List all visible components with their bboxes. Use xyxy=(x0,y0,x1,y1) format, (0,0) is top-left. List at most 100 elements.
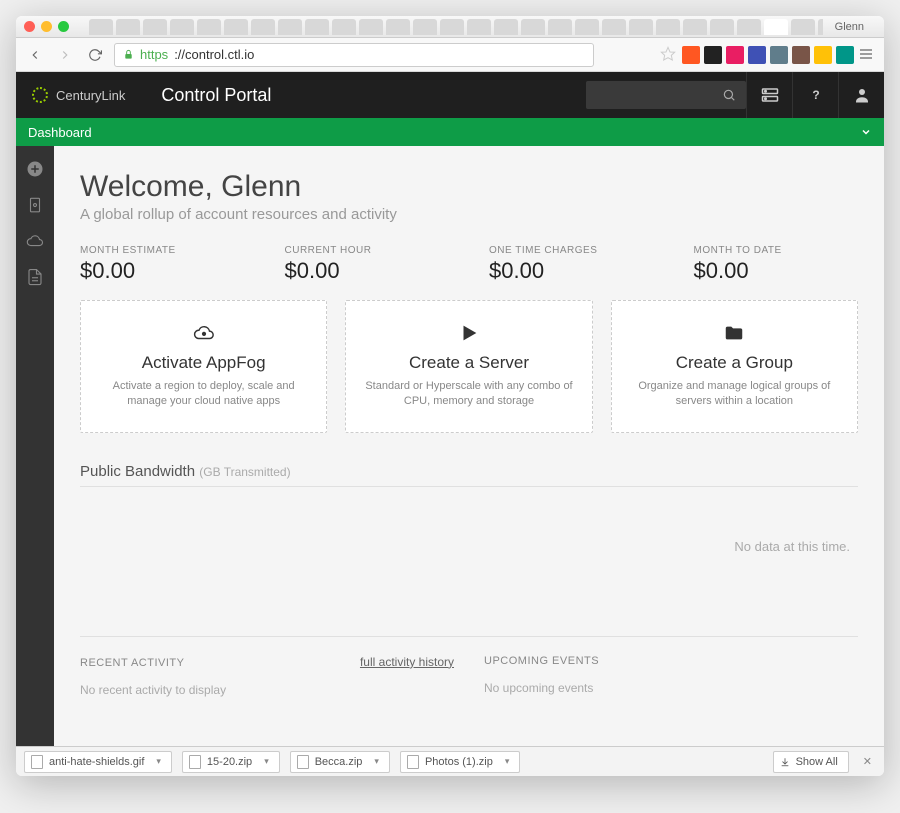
browser-tab[interactable] xyxy=(710,19,734,35)
extension-icon[interactable] xyxy=(792,46,810,64)
browser-tab[interactable] xyxy=(278,19,302,35)
back-button[interactable] xyxy=(24,44,46,66)
browser-tab[interactable] xyxy=(629,19,653,35)
extension-icon[interactable] xyxy=(814,46,832,64)
browser-toolbar: https://control.ctl.io xyxy=(16,38,884,72)
browser-tab[interactable] xyxy=(224,19,248,35)
browser-tab[interactable] xyxy=(359,19,383,35)
browser-tab[interactable] xyxy=(548,19,572,35)
sidebar-item-cloud[interactable] xyxy=(16,224,54,258)
browser-tab[interactable] xyxy=(737,19,761,35)
lower-columns: RECENT ACTIVITY full activity history No… xyxy=(80,636,858,697)
extension-icon[interactable] xyxy=(836,46,854,64)
address-bar[interactable]: https://control.ctl.io xyxy=(114,43,594,67)
metric-month-estimate: MONTH ESTIMATE $0.00 xyxy=(80,245,245,284)
minimize-window-button[interactable] xyxy=(41,21,52,32)
servers-button[interactable] xyxy=(746,72,792,118)
close-download-shelf-button[interactable]: ✕ xyxy=(859,755,876,768)
extension-icon[interactable] xyxy=(726,46,744,64)
download-item[interactable]: Becca.zip ▾ xyxy=(290,751,390,773)
browser-tab[interactable] xyxy=(602,19,626,35)
download-shelf: anti-hate-shields.gif ▾ 15-20.zip ▾ Becc… xyxy=(16,746,884,776)
chevron-down-icon xyxy=(860,126,872,138)
file-icon xyxy=(31,755,43,769)
sidebar-item-create[interactable] xyxy=(16,152,54,186)
browser-tab[interactable] xyxy=(440,19,464,35)
forward-button[interactable] xyxy=(54,44,76,66)
download-filename: anti-hate-shields.gif xyxy=(49,756,144,768)
browser-tab[interactable] xyxy=(575,19,599,35)
download-item[interactable]: Photos (1).zip ▾ xyxy=(400,751,520,773)
sidebar-item-servers[interactable] xyxy=(16,188,54,222)
quick-action-cards: Activate AppFog Activate a region to dep… xyxy=(80,300,858,433)
upcoming-events-empty: No upcoming events xyxy=(484,681,858,695)
card-create-server[interactable]: Create a Server Standard or Hyperscale w… xyxy=(345,300,592,433)
bandwidth-empty-text: No data at this time. xyxy=(734,539,850,554)
browser-tab[interactable] xyxy=(467,19,491,35)
download-arrow-icon xyxy=(780,757,790,767)
bandwidth-chart: No data at this time. xyxy=(80,486,858,606)
app-header: CenturyLink Control Portal ? xyxy=(16,72,884,118)
browser-tab[interactable] xyxy=(656,19,680,35)
chevron-down-icon: ▾ xyxy=(264,756,269,767)
file-icon xyxy=(189,755,201,769)
brand[interactable]: CenturyLink xyxy=(16,87,141,103)
card-create-group[interactable]: Create a Group Organize and manage logic… xyxy=(611,300,858,433)
browser-tab[interactable] xyxy=(143,19,167,35)
chevron-down-icon: ▾ xyxy=(505,756,510,767)
user-menu-button[interactable] xyxy=(838,72,884,118)
show-all-label: Show All xyxy=(796,756,838,768)
card-title: Create a Group xyxy=(630,353,839,373)
extension-icon[interactable] xyxy=(748,46,766,64)
browser-tab[interactable] xyxy=(521,19,545,35)
folder-icon xyxy=(630,319,839,347)
upcoming-events-title: UPCOMING EVENTS xyxy=(484,655,599,667)
browser-tab[interactable] xyxy=(116,19,140,35)
extension-icon[interactable] xyxy=(770,46,788,64)
zoom-window-button[interactable] xyxy=(58,21,69,32)
app-body: Welcome, Glenn A global rollup of accoun… xyxy=(16,146,884,746)
browser-tab[interactable] xyxy=(791,19,815,35)
browser-tab[interactable] xyxy=(89,19,113,35)
extension-icon[interactable] xyxy=(682,46,700,64)
help-button[interactable]: ? xyxy=(792,72,838,118)
sidebar xyxy=(16,146,54,746)
browser-tab[interactable] xyxy=(197,19,221,35)
bandwidth-section-title: Public Bandwidth (GB Transmitted) xyxy=(80,463,858,480)
browser-profile-name[interactable]: Glenn xyxy=(823,21,876,33)
browser-tab[interactable] xyxy=(251,19,275,35)
window-controls xyxy=(24,21,69,32)
recent-activity-section: RECENT ACTIVITY full activity history No… xyxy=(80,655,454,697)
browser-tab[interactable] xyxy=(170,19,194,35)
star-icon[interactable] xyxy=(660,46,678,64)
browser-tab[interactable] xyxy=(305,19,329,35)
header-search-input[interactable] xyxy=(586,81,746,109)
metric-row: MONTH ESTIMATE $0.00 CURRENT HOUR $0.00 … xyxy=(80,245,858,290)
download-item[interactable]: 15-20.zip ▾ xyxy=(182,751,280,773)
card-title: Activate AppFog xyxy=(99,353,308,373)
browser-tab[interactable] xyxy=(413,19,437,35)
breadcrumb-bar[interactable]: Dashboard xyxy=(16,118,884,146)
metric-month-to-date: MONTH TO DATE $0.00 xyxy=(694,245,859,284)
full-activity-link[interactable]: full activity history xyxy=(360,655,454,669)
browser-tab[interactable] xyxy=(332,19,356,35)
browser-tab[interactable] xyxy=(683,19,707,35)
card-title: Create a Server xyxy=(364,353,573,373)
show-all-downloads-button[interactable]: Show All xyxy=(773,751,849,773)
chevron-down-icon: ▾ xyxy=(374,756,379,767)
reload-button[interactable] xyxy=(84,44,106,66)
browser-tab[interactable] xyxy=(386,19,410,35)
card-desc: Activate a region to deploy, scale and m… xyxy=(99,379,308,410)
card-desc: Standard or Hyperscale with any combo of… xyxy=(364,379,573,410)
play-icon xyxy=(364,319,573,347)
card-activate-appfog[interactable]: Activate AppFog Activate a region to dep… xyxy=(80,300,327,433)
extension-icon[interactable] xyxy=(704,46,722,64)
sidebar-item-documents[interactable] xyxy=(16,260,54,294)
browser-tab-active[interactable] xyxy=(764,19,788,35)
close-window-button[interactable] xyxy=(24,21,35,32)
metric-one-time-charges: ONE TIME CHARGES $0.00 xyxy=(489,245,654,284)
download-item[interactable]: anti-hate-shields.gif ▾ xyxy=(24,751,172,773)
browser-tab[interactable] xyxy=(494,19,518,35)
portal-title: Control Portal xyxy=(141,85,291,106)
menu-icon[interactable] xyxy=(858,46,876,64)
